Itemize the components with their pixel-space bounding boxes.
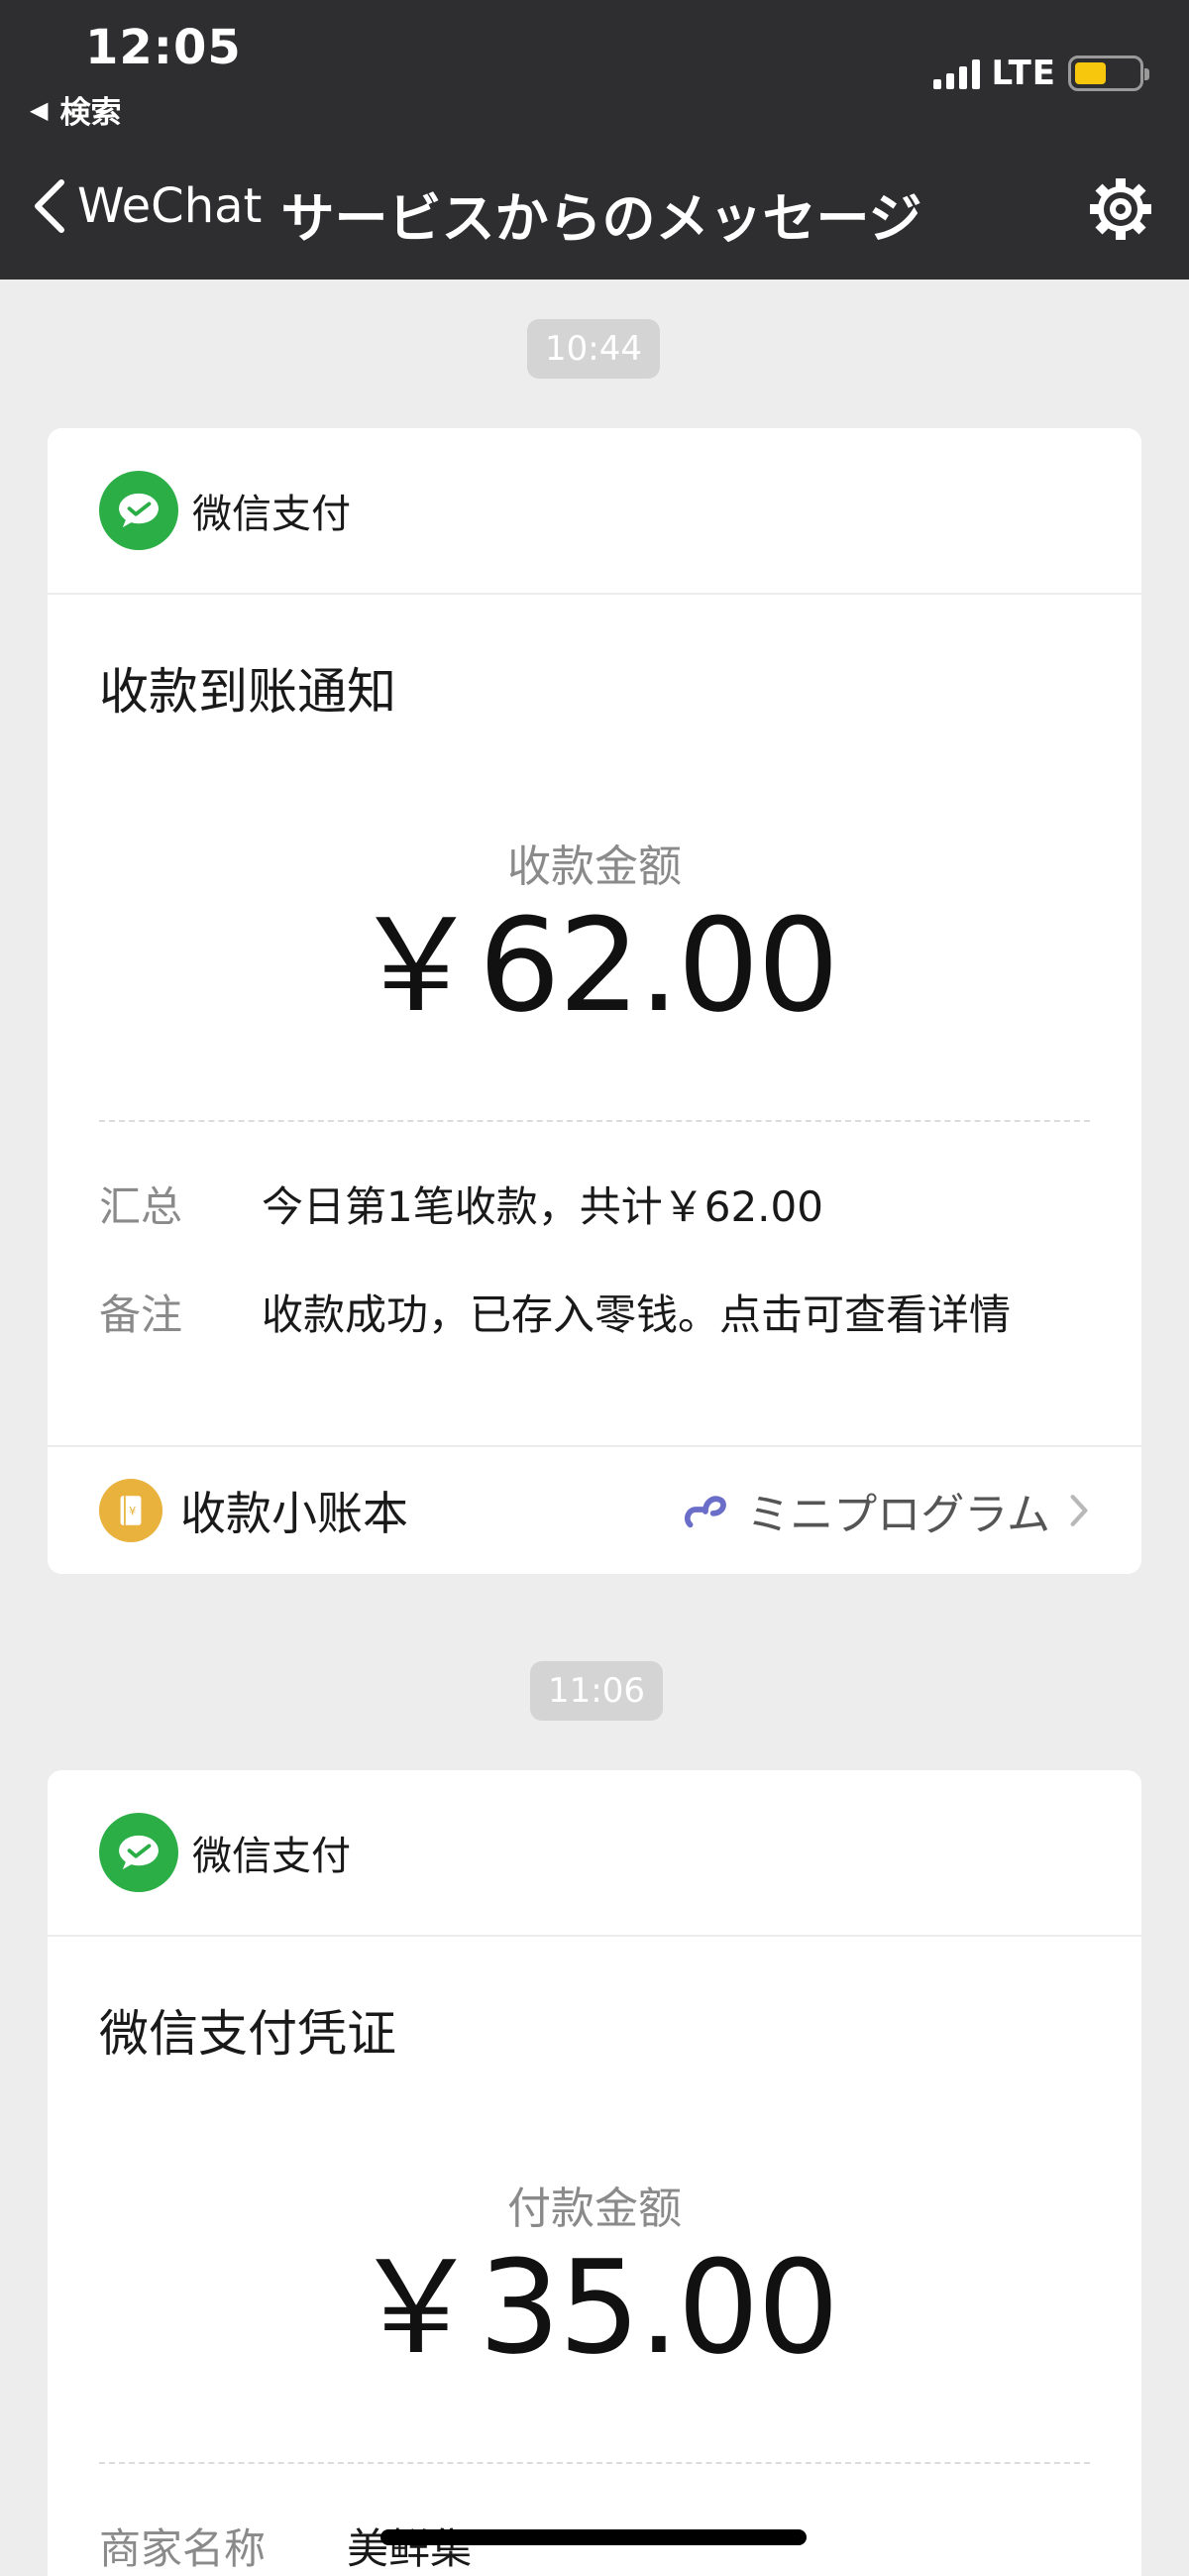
mini-program-icon <box>685 1496 727 1528</box>
back-app-label: 検索 <box>59 95 122 131</box>
gear-icon[interactable] <box>1086 174 1155 244</box>
detail-value: 今日第1笔收款，共计￥62.00 <box>262 1182 823 1231</box>
battery-nub <box>1144 68 1149 80</box>
dashed-divider <box>99 1120 1090 1122</box>
payment-received-card[interactable]: 微信支付 收款到账通知 收款金额 ￥62.00 汇总 今日第1笔收款，共计￥62… <box>48 428 1141 1574</box>
wechat-pay-icon <box>99 471 178 550</box>
top-bar: 12:05 ◀ 検索 LTE WeChat サービスからのメッセージ <box>0 0 1189 280</box>
amount-label: 收款金额 <box>507 841 682 892</box>
detail-row: 商家名称 美鲜集 <box>48 2516 1141 2576</box>
detail-row: 汇总 今日第1笔收款，共计￥62.00 <box>48 1174 1141 1234</box>
home-indicator[interactable] <box>380 2529 807 2545</box>
detail-key: 备注 <box>99 1290 183 1339</box>
status-indicators: LTE <box>932 54 1149 93</box>
screen: 12:05 ◀ 検索 LTE WeChat サービスからのメッセージ 10:44… <box>0 0 1189 2576</box>
wechat-pay-icon <box>99 1813 178 1892</box>
amount-value: ￥35.00 <box>351 2232 839 2383</box>
ledger-icon: ¥ <box>99 1479 162 1542</box>
detail-row: 备注 收款成功，已存入零钱。点击可查看详情 <box>48 1282 1141 1342</box>
card-footer[interactable]: ¥ 收款小账本 ミニプログラム <box>48 1445 1141 1574</box>
back-to-app-button[interactable]: ◀ 検索 <box>30 87 121 132</box>
payment-voucher-card[interactable]: 微信支付 微信支付凭证 付款金额 ￥35.00 商家名称 美鲜集 <box>48 1770 1141 2576</box>
chevron-right-icon <box>1070 1495 1088 1526</box>
battery-icon <box>1068 56 1149 91</box>
detail-value: 收款成功，已存入零钱。点击可查看详情 <box>262 1290 1012 1339</box>
message-timestamp: 10:44 <box>527 319 660 379</box>
card-title: 微信支付凭证 <box>99 2005 396 2063</box>
status-time: 12:05 <box>85 20 242 75</box>
network-type: LTE <box>991 54 1056 93</box>
sender-name: 微信支付 <box>192 1834 351 1879</box>
detail-value: 美鲜集 <box>347 2524 473 2573</box>
sender-name: 微信支付 <box>192 492 351 537</box>
battery-fill <box>1075 62 1106 84</box>
ledger-label: 收款小账本 <box>180 1487 408 1540</box>
mini-program-label: ミニプログラム <box>746 1490 1050 1540</box>
card-header: 微信支付 <box>48 428 1141 595</box>
cellular-signal-icon <box>932 57 980 89</box>
card-title: 收款到账通知 <box>99 663 396 721</box>
svg-text:¥: ¥ <box>129 1505 136 1517</box>
message-timestamp: 11:06 <box>530 1661 663 1721</box>
page-title: サービスからのメッセージ <box>280 187 922 250</box>
amount-value: ￥62.00 <box>351 890 839 1041</box>
card-header: 微信支付 <box>48 1770 1141 1937</box>
mini-program-link[interactable]: ミニプログラム <box>681 1479 1090 1542</box>
back-triangle-icon: ◀ <box>30 95 49 124</box>
detail-key: 商家名称 <box>99 2524 267 2573</box>
amount-label: 付款金额 <box>507 2184 682 2234</box>
dashed-divider <box>99 2462 1090 2464</box>
detail-key: 汇总 <box>99 1182 183 1231</box>
